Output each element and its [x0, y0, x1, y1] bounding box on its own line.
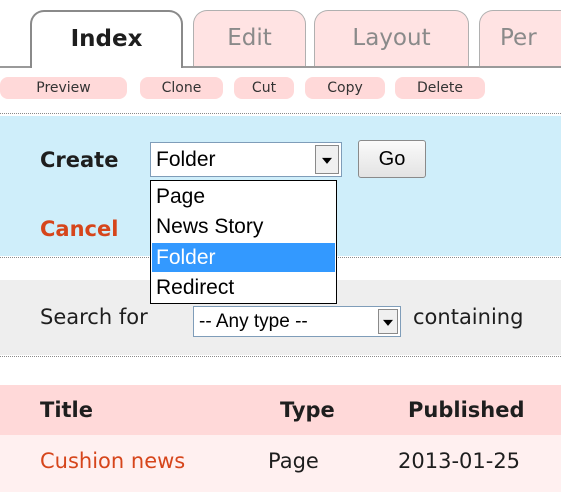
clone-button[interactable]: Clone — [140, 77, 223, 99]
row-title-link[interactable]: Cushion news — [40, 449, 185, 473]
tab-layout[interactable]: Layout — [314, 10, 469, 66]
delete-button[interactable]: Delete — [395, 77, 485, 99]
containing-label: containing — [413, 305, 524, 329]
option-news-story[interactable]: News Story — [152, 212, 335, 241]
option-folder[interactable]: Folder — [152, 243, 335, 272]
type-filter-select[interactable]: -- Any type -- — [193, 306, 401, 337]
tab-edit[interactable]: Edit — [193, 10, 306, 66]
tab-index[interactable]: Index — [30, 10, 183, 68]
tab-label: Index — [70, 26, 143, 52]
action-bar: Preview Clone Cut Copy Delete — [0, 77, 561, 99]
row-published: 2013-01-25 — [398, 449, 521, 473]
column-header-title[interactable]: Title — [40, 398, 93, 422]
tab-label: Per — [500, 25, 537, 51]
create-type-dropdown: Page News Story Folder Redirect — [150, 180, 337, 304]
column-header-type[interactable]: Type — [280, 398, 335, 422]
type-filter-value: -- Any type -- — [199, 311, 308, 332]
row-type: Page — [268, 449, 319, 473]
tab-bar: Index Edit Layout Per — [0, 0, 561, 68]
search-label: Search for — [40, 305, 148, 329]
divider — [0, 356, 561, 357]
cancel-link[interactable]: Cancel — [40, 217, 118, 241]
tab-permissions[interactable]: Per — [479, 10, 561, 66]
chevron-down-icon[interactable] — [378, 309, 398, 334]
cut-button[interactable]: Cut — [234, 77, 294, 99]
create-label: Create — [40, 148, 119, 172]
tab-label: Layout — [352, 25, 431, 51]
option-page[interactable]: Page — [152, 182, 335, 211]
go-button[interactable]: Go — [358, 140, 426, 178]
copy-button[interactable]: Copy — [305, 77, 385, 99]
chevron-down-icon[interactable] — [315, 145, 339, 174]
create-type-value: Folder — [156, 148, 216, 171]
table-row: Cushion news Page 2013-01-25 — [0, 435, 561, 492]
option-redirect[interactable]: Redirect — [152, 273, 335, 302]
column-header-published[interactable]: Published — [408, 398, 525, 422]
preview-button[interactable]: Preview — [0, 77, 127, 99]
create-type-select[interactable]: Folder — [150, 142, 342, 177]
tab-label: Edit — [227, 25, 272, 51]
table-header: Title Type Published — [0, 385, 561, 435]
divider — [0, 113, 561, 114]
content-table: Title Type Published Cushion news Page 2… — [0, 385, 561, 492]
